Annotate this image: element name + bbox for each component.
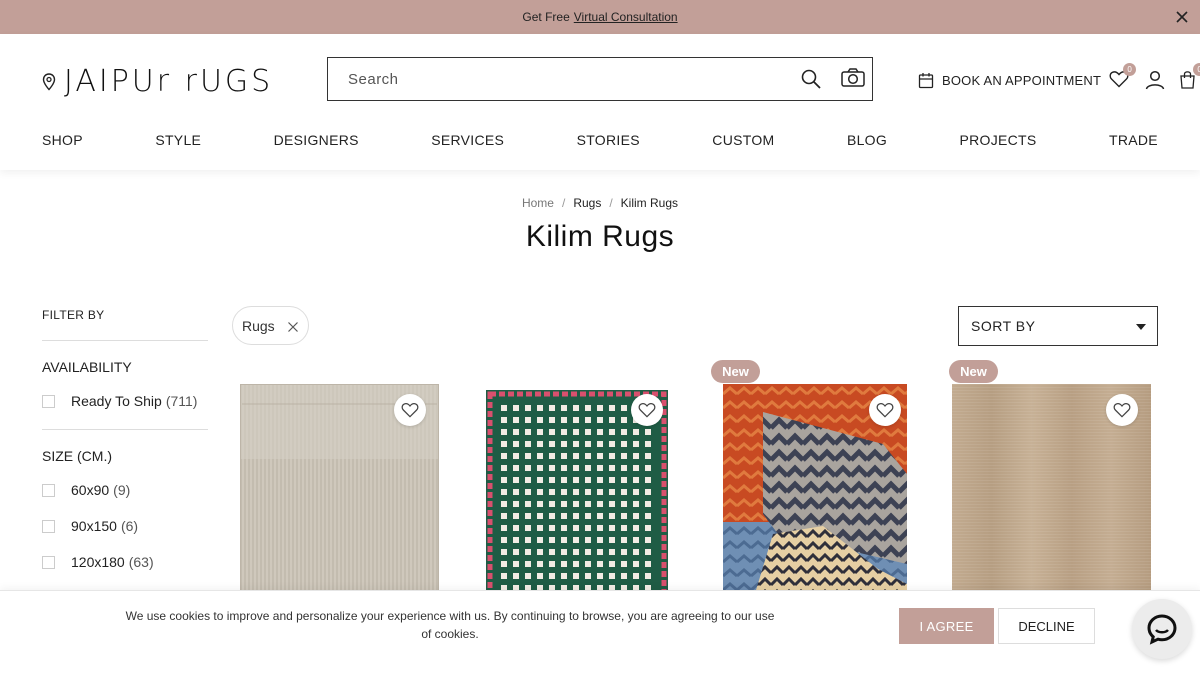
breadcrumb-home[interactable]: Home (522, 196, 554, 210)
wishlist-button[interactable]: 0 (1109, 63, 1137, 90)
size-title[interactable]: SIZE (CM.) (42, 448, 208, 464)
product-card[interactable]: New (949, 360, 1170, 600)
sort-label: SORT BY (971, 318, 1036, 334)
cookie-message: We use cookies to improve and personaliz… (125, 609, 775, 641)
calendar-icon (918, 72, 934, 88)
option-count: (9) (113, 482, 131, 498)
filter-sidebar: FILTER BY AVAILABILITY Ready To Ship (71… (42, 308, 208, 590)
availability-filter: AVAILABILITY Ready To Ship (711) (42, 341, 208, 409)
remove-filter-icon[interactable] (287, 321, 299, 333)
nav-services[interactable]: SERVICES (431, 132, 504, 148)
sort-dropdown[interactable]: SORT BY (958, 306, 1158, 346)
nav-trade[interactable]: TRADE (1109, 132, 1158, 148)
brand-name: JAIPUr rUGS (64, 64, 274, 99)
new-badge: New (949, 360, 998, 383)
option-count: (711) (165, 393, 198, 409)
nav-custom[interactable]: CUSTOM (712, 132, 774, 148)
filter-option-ready-to-ship[interactable]: Ready To Ship (711) (42, 393, 208, 409)
wishlist-heart-button[interactable] (1106, 394, 1138, 426)
heart-icon (638, 403, 656, 418)
nav-stories[interactable]: STORIES (577, 132, 640, 148)
nav-style[interactable]: STYLE (155, 132, 201, 148)
option-label: 90x150 (71, 518, 117, 534)
filter-option-60x90[interactable]: 60x90 (9) (42, 482, 208, 498)
heart-icon (401, 403, 419, 418)
wishlist-heart-button[interactable] (394, 394, 426, 426)
wishlist-heart-button[interactable] (869, 394, 901, 426)
chip-label: Rugs (242, 317, 275, 334)
header-actions: BOOK AN APPOINTMENT 0 0 (918, 63, 1200, 90)
main-nav: SHOP STYLE DESIGNERS SERVICES STORIES CU… (42, 132, 1158, 148)
wishlist-count-badge: 0 (1123, 63, 1137, 76)
cookie-banner: We use cookies to improve and personaliz… (0, 590, 1200, 675)
book-appointment-button[interactable]: BOOK AN APPOINTMENT (918, 72, 1101, 89)
nav-projects[interactable]: PROJECTS (959, 132, 1036, 148)
product-card[interactable] (470, 360, 680, 600)
user-icon (1145, 70, 1165, 90)
virtual-consultation-link[interactable]: Virtual Consultation (574, 10, 678, 24)
size-filter: SIZE (CM.) 60x90 (9) 90x150 (6) 120x180 … (42, 430, 208, 570)
checkbox[interactable] (42, 519, 55, 533)
option-count: (6) (120, 518, 139, 534)
nav-blog[interactable]: BLOG (847, 132, 887, 148)
agree-button[interactable]: I AGREE (899, 608, 994, 644)
availability-title[interactable]: AVAILABILITY (42, 359, 208, 375)
announcement-bar: Get Free Virtual Consultation (0, 0, 1200, 34)
checkbox[interactable] (42, 483, 55, 497)
search-icon[interactable] (800, 68, 822, 90)
option-count: (63) (128, 554, 154, 570)
product-card[interactable] (232, 360, 442, 600)
checkbox[interactable] (42, 394, 55, 408)
cart-button[interactable]: 0 (1179, 63, 1200, 90)
filter-option-120x180[interactable]: 120x180 (63) (42, 554, 208, 570)
active-filter-chip[interactable]: Rugs (232, 306, 309, 345)
wishlist-heart-button[interactable] (631, 394, 663, 426)
heart-icon (876, 403, 894, 418)
checkbox[interactable] (42, 555, 55, 569)
filter-option-90x150[interactable]: 90x150 (6) (42, 518, 208, 534)
decline-button[interactable]: DECLINE (998, 608, 1095, 644)
camera-icon[interactable] (840, 67, 866, 89)
announcement-prefix: Get Free (522, 10, 570, 24)
caret-down-icon (1136, 324, 1146, 330)
brand-logo[interactable]: JAIPUr rUGS (42, 64, 273, 99)
appointment-label: BOOK AN APPOINTMENT (942, 72, 1102, 88)
breadcrumb: Home / Rugs / Kilim Rugs (521, 196, 679, 210)
nav-designers[interactable]: DESIGNERS (274, 132, 359, 148)
close-icon[interactable] (1174, 9, 1190, 25)
search-bar (327, 57, 873, 101)
new-badge: New (711, 360, 760, 383)
heart-icon (1113, 403, 1131, 418)
location-pin-icon (42, 72, 56, 91)
search-input[interactable] (328, 59, 768, 99)
breadcrumb-rugs[interactable]: Rugs (573, 196, 601, 210)
option-label: 120x180 (71, 554, 125, 570)
option-label: Ready To Ship (71, 393, 162, 409)
option-label: 60x90 (71, 482, 110, 498)
chat-bubble-icon (1147, 614, 1177, 645)
product-card[interactable]: New (711, 360, 932, 600)
page-title: Kilim Rugs (525, 220, 675, 253)
chat-widget-button[interactable] (1132, 599, 1192, 659)
filter-heading: FILTER BY (42, 308, 208, 341)
account-button[interactable] (1145, 70, 1165, 90)
site-header: JAIPUr rUGS BOOK AN APPOINTMENT 0 0 SHOP… (0, 34, 1200, 170)
cart-count-badge: 0 (1193, 63, 1200, 76)
nav-shop[interactable]: SHOP (42, 132, 83, 148)
breadcrumb-current: Kilim Rugs (620, 196, 679, 210)
